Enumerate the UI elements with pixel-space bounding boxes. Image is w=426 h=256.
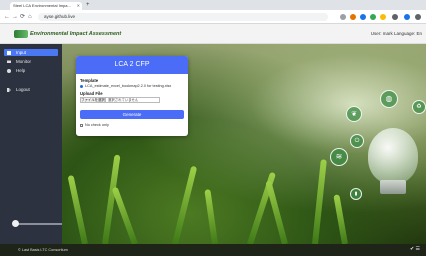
lightbulb-base [380, 180, 406, 194]
new-tab-icon[interactable]: + [86, 1, 90, 9]
extension-icon[interactable] [404, 14, 410, 20]
lca-card: LCA 2 CFP Template LCA_estimate_excel_bo… [76, 56, 188, 136]
footer-text: © Last Basis LTC Consortium [18, 248, 68, 252]
extension-icon[interactable] [370, 14, 376, 20]
browser-tab-strip: Steel LCA Environmental Impa... ✕ + [0, 0, 426, 10]
extension-icon[interactable] [340, 14, 346, 20]
file-name-display: 選択されていません [108, 98, 139, 102]
sidebar-item-input[interactable]: Input [4, 49, 58, 56]
plug-icon: ⏻ [350, 134, 364, 148]
file-input[interactable]: ファイルを選択 選択されていません [80, 97, 160, 103]
profile-avatar[interactable] [392, 14, 398, 20]
app-logo [14, 30, 28, 38]
slider-handle[interactable] [12, 220, 19, 227]
sidebar-item-label: Logout [16, 87, 30, 92]
grass-blade [111, 186, 138, 244]
globe-icon: ◍ [380, 90, 398, 108]
app-header: Environmental Impact Assessment User: ma… [0, 24, 426, 44]
reload-icon[interactable]: ⟳ [20, 13, 25, 21]
address-field[interactable]: ayse.github.live [38, 13, 328, 21]
browser-toolbar: ← → ⟳ ⌂ ayse.github.live [0, 10, 426, 24]
template-label: Template [80, 78, 99, 83]
extension-icon[interactable] [360, 14, 366, 20]
status-bar: © Last Basis LTC Consortium ✔ ☰ [0, 244, 426, 256]
tab-title: Steel LCA Environmental Impa... [13, 3, 71, 8]
sidebar: Input Monitor Help Logout [0, 44, 62, 244]
slider-track[interactable] [16, 223, 62, 225]
monitor-icon [7, 60, 11, 63]
logout-icon [7, 87, 11, 92]
help-icon [7, 68, 11, 73]
menu-icon[interactable] [415, 14, 421, 20]
grass-blade [265, 180, 288, 244]
extension-icon[interactable] [350, 14, 356, 20]
back-icon[interactable]: ← [4, 13, 10, 21]
grass-blade [172, 165, 198, 244]
grass-blade [333, 194, 348, 244]
input-icon [7, 50, 11, 55]
grass-blade [312, 159, 327, 244]
water-icon: ≋ [330, 148, 348, 166]
check-only-label: No check only [85, 123, 109, 127]
sidebar-item-help[interactable]: Help [4, 67, 58, 74]
lightbulb-image [368, 128, 418, 184]
user-language-info[interactable]: User: mark Language: En [371, 30, 422, 38]
browser-tab[interactable]: Steel LCA Environmental Impa... ✕ [10, 2, 82, 10]
template-radio[interactable] [80, 85, 83, 88]
grass-blade [67, 174, 88, 244]
sidebar-item-logout[interactable]: Logout [4, 86, 58, 93]
check-only-checkbox[interactable] [80, 124, 83, 127]
extension-icon[interactable] [380, 14, 386, 20]
template-option-label: LCA_estimate_excel_bookmap2.2.0 for test… [85, 84, 172, 88]
sidebar-item-label: Help [16, 68, 26, 73]
app-title: Environmental Impact Assessment [30, 31, 122, 37]
sidebar-item-label: Input [16, 50, 27, 55]
tab-close-icon[interactable]: ✕ [77, 2, 80, 10]
sidebar-item-label: Monitor [16, 59, 32, 64]
forward-icon[interactable]: → [12, 13, 18, 21]
generate-button[interactable]: Generate [80, 110, 184, 119]
grass-blade [204, 189, 218, 244]
footer-icons[interactable]: ✔ ☰ [410, 245, 420, 254]
card-title: LCA 2 CFP [76, 56, 188, 74]
battery-icon: ▮ [350, 188, 362, 200]
choose-file-button[interactable]: ファイルを選択 [81, 98, 106, 102]
sidebar-item-monitor[interactable]: Monitor [4, 58, 58, 65]
home-icon[interactable]: ⌂ [28, 13, 32, 21]
leaf-icon: ❦ [346, 106, 362, 122]
recycle-icon: ♻ [412, 100, 426, 114]
upload-label: Upload File [80, 91, 103, 96]
